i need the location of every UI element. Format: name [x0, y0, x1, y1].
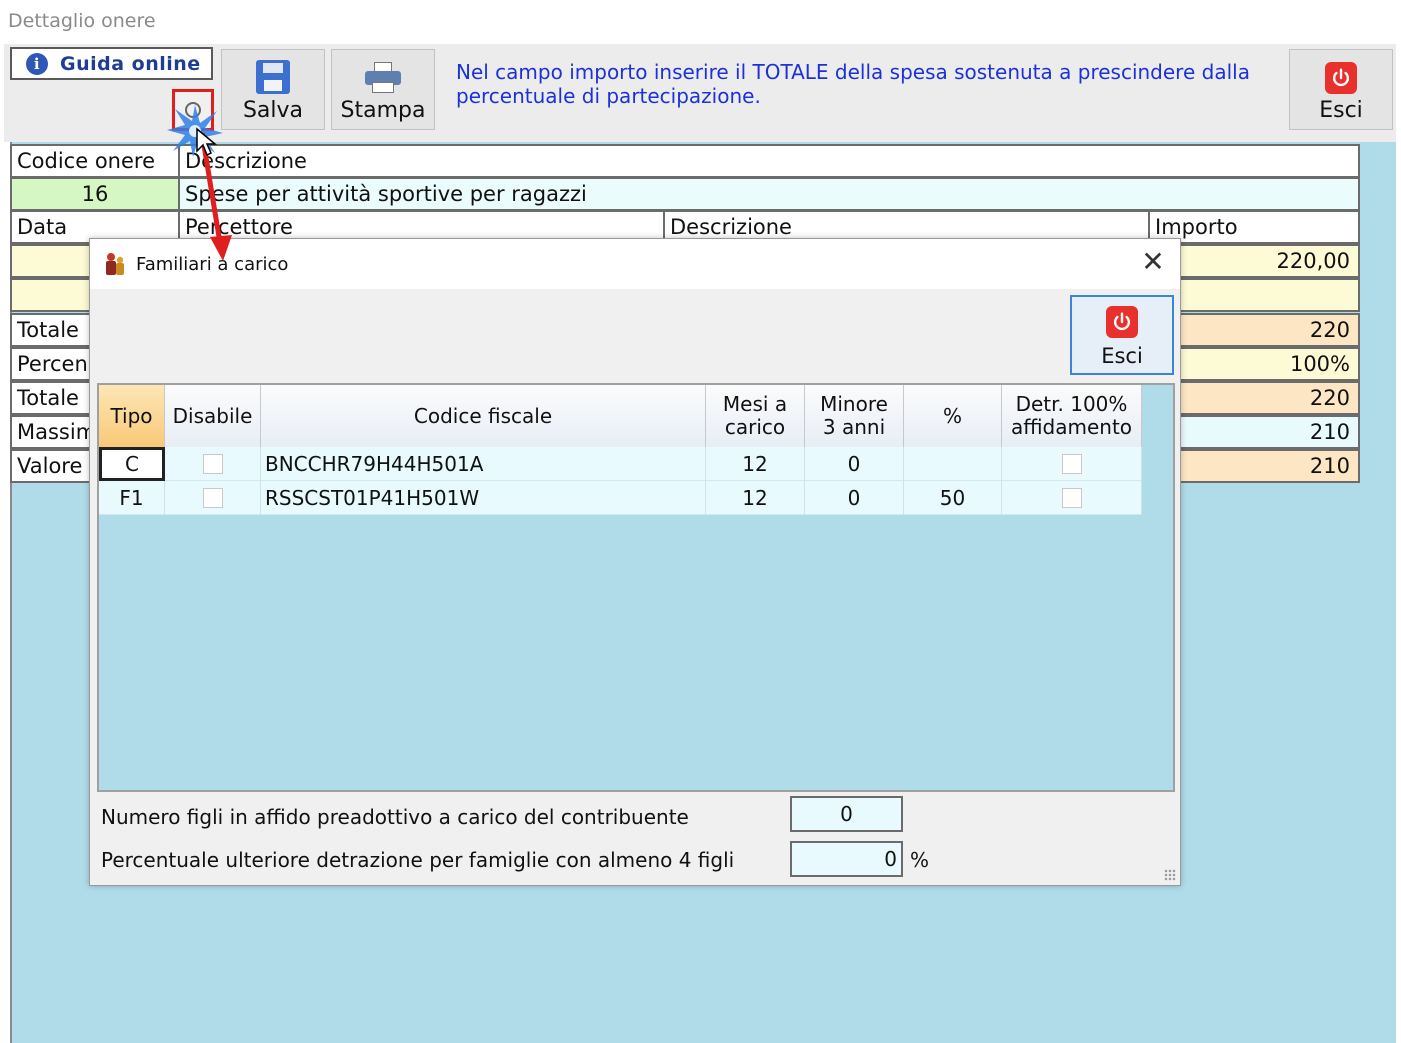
- cell-perc[interactable]: [904, 447, 1002, 481]
- ulteriore-label: Percentuale ulteriore detrazione per fam…: [101, 848, 735, 872]
- valore-value: 210: [1170, 449, 1360, 483]
- col-minore-3-anni[interactable]: Minore 3 anni: [805, 385, 904, 447]
- family-icon: [106, 253, 124, 275]
- cell-minore[interactable]: 0: [805, 481, 904, 515]
- window-title: Dettaglio onere: [8, 10, 156, 32]
- familiari-table: Tipo Disabile Codice fiscale Mesi a cari…: [97, 383, 1175, 792]
- dialog-titlebar: Familiari a carico: [90, 239, 1180, 289]
- disabile-checkbox[interactable]: [202, 488, 223, 508]
- affido-label: Numero figli in affido preadottivo a car…: [101, 805, 689, 829]
- massimo-value: 210: [1170, 415, 1360, 449]
- data-cell-2[interactable]: [10, 278, 100, 312]
- cell-codice-fiscale[interactable]: BNCCHR79H44H501A: [261, 447, 706, 481]
- printer-icon: [363, 62, 403, 94]
- col-percentuale[interactable]: %: [904, 385, 1002, 447]
- power-icon: [1106, 306, 1138, 338]
- data-cell-1[interactable]: [10, 244, 100, 278]
- mouse-cursor-icon: [196, 127, 218, 157]
- cell-tipo[interactable]: F1: [99, 481, 165, 515]
- cell-minore[interactable]: 0: [805, 447, 904, 481]
- cell-mesi[interactable]: 12: [706, 481, 805, 515]
- totale2-label: Totale: [10, 381, 100, 415]
- familiari-dialog: Familiari a carico ✕ Esci Tipo Disabile …: [89, 238, 1181, 886]
- power-icon: [1325, 62, 1357, 94]
- col-detr-affidamento[interactable]: Detr. 100% affidamento: [1002, 385, 1142, 447]
- esci-button[interactable]: Esci: [1289, 49, 1393, 130]
- table-row[interactable]: C BNCCHR79H44H501A 12 0: [99, 447, 1142, 481]
- dialog-esci-button[interactable]: Esci: [1070, 295, 1174, 375]
- totale2-value: 220: [1170, 381, 1360, 415]
- valore-label: Valore: [10, 449, 100, 483]
- ulteriore-input[interactable]: 0: [790, 841, 903, 877]
- ulteriore-unit: %: [910, 848, 930, 872]
- info-icon: i: [26, 52, 48, 75]
- col-disabile[interactable]: Disabile: [165, 385, 261, 447]
- col-codice-fiscale[interactable]: Codice fiscale: [261, 385, 706, 447]
- guida-online-label: Guida online: [60, 52, 201, 75]
- stampa-button[interactable]: Stampa: [331, 49, 435, 130]
- totale-label: Totale: [10, 313, 100, 347]
- affidamento-checkbox[interactable]: [1061, 488, 1082, 508]
- cell-codice-fiscale[interactable]: RSSCST01P41H501W: [261, 481, 706, 515]
- percentuale-value[interactable]: 100%: [1170, 347, 1360, 381]
- stampa-label: Stampa: [340, 98, 426, 123]
- guida-online-button[interactable]: i Guida online: [10, 47, 213, 80]
- percentuale-label: Percen: [10, 347, 100, 381]
- instruction-note: Nel campo importo inserire il TOTALE del…: [456, 60, 1250, 108]
- codice-onere-value[interactable]: 16: [10, 177, 180, 211]
- descrizione-header: Descrizione: [178, 144, 1360, 178]
- cell-affidamento[interactable]: [1002, 447, 1142, 481]
- salva-button[interactable]: Salva: [221, 49, 325, 130]
- table-header: Tipo Disabile Codice fiscale Mesi a cari…: [99, 385, 1142, 447]
- cell-disabile[interactable]: [165, 447, 261, 481]
- col-tipo[interactable]: Tipo: [99, 385, 165, 447]
- esci-label: Esci: [1319, 98, 1363, 123]
- cell-disabile[interactable]: [165, 481, 261, 515]
- importo-cell-2[interactable]: [1170, 278, 1360, 312]
- dialog-esci-label: Esci: [1101, 344, 1143, 368]
- close-icon[interactable]: ✕: [1140, 248, 1166, 276]
- col-mesi-carico[interactable]: Mesi a carico: [706, 385, 805, 447]
- descrizione-value[interactable]: Spese per attività sportive per ragazzi: [178, 177, 1360, 211]
- floppy-disk-icon: [256, 60, 290, 94]
- cell-perc[interactable]: 50: [904, 481, 1002, 515]
- cell-affidamento[interactable]: [1002, 481, 1142, 515]
- cell-mesi[interactable]: 12: [706, 447, 805, 481]
- resize-grip[interactable]: [1164, 869, 1176, 881]
- codice-onere-header: Codice onere: [10, 144, 180, 178]
- massimo-label: Massim: [10, 415, 100, 449]
- importo-value[interactable]: 220,00: [1170, 244, 1360, 278]
- disabile-checkbox[interactable]: [202, 454, 223, 474]
- affido-input[interactable]: 0: [790, 796, 903, 832]
- table-row[interactable]: F1 RSSCST01P41H501W 12 0 50: [99, 481, 1142, 515]
- salva-label: Salva: [242, 98, 304, 123]
- affidamento-checkbox[interactable]: [1061, 454, 1082, 474]
- cell-tipo[interactable]: C: [99, 447, 165, 481]
- totale-value: 220: [1170, 313, 1360, 347]
